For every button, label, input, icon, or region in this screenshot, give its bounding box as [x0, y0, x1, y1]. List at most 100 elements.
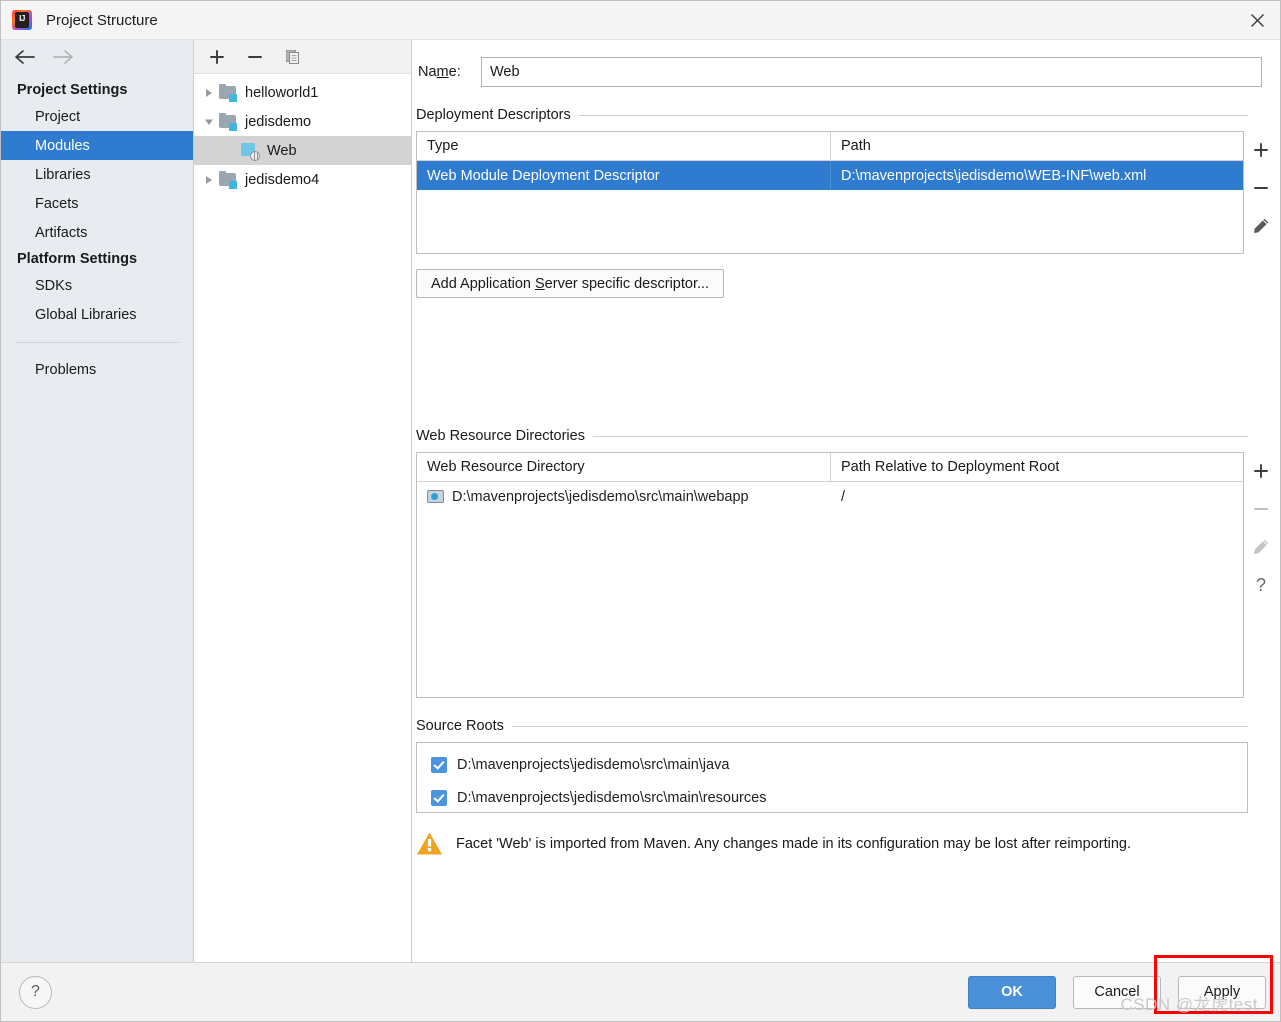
cell-web-resource-directory-label: D:\mavenprojects\jedisdemo\src\main\weba…: [452, 488, 749, 505]
sidebar-item-problems[interactable]: Problems: [1, 355, 193, 384]
column-header-type[interactable]: Type: [417, 132, 831, 160]
checkbox-checked-icon[interactable]: [431, 789, 447, 806]
sidebar-item-facets[interactable]: Facets: [1, 189, 193, 218]
close-icon[interactable]: [1234, 1, 1280, 39]
checkbox-checked-icon[interactable]: [431, 756, 447, 773]
web-facet-icon: [239, 142, 261, 161]
web-resource-directories-section-header: Web Resource Directories: [416, 428, 1280, 444]
source-roots-list: D:\mavenprojects\jedisdemo\src\main\java…: [416, 742, 1248, 813]
module-folder-icon: [218, 83, 240, 102]
apply-button-wrap: Apply: [1154, 954, 1273, 1014]
warning-text: Facet 'Web' is imported from Maven. Any …: [456, 835, 1131, 852]
arrow-right-icon[interactable]: [50, 45, 76, 69]
help-web-resource-button[interactable]: ?: [1248, 572, 1274, 598]
source-root-label: D:\mavenprojects\jedisdemo\src\main\reso…: [457, 789, 767, 806]
section-rule: [511, 725, 1248, 727]
tree-item-label: jedisdemo4: [245, 171, 320, 188]
sidebar-item-global-libraries[interactable]: Global Libraries: [1, 300, 193, 329]
source-roots-title: Source Roots: [416, 718, 504, 734]
column-header-path[interactable]: Path: [831, 132, 1243, 160]
dialog-body: Project Settings Project Modules Librari…: [1, 40, 1280, 962]
minus-icon[interactable]: [244, 46, 266, 68]
deployment-descriptors-section-header: Deployment Descriptors: [416, 107, 1280, 123]
help-button[interactable]: ?: [19, 975, 52, 1009]
table-body: Web Module Deployment Descriptor D:\mave…: [417, 161, 1243, 253]
sidebar-group-platform-settings: Platform Settings: [17, 251, 138, 267]
cell-web-resource-directory: D:\mavenprojects\jedisdemo\src\main\weba…: [417, 482, 831, 511]
remove-web-resource-button[interactable]: [1248, 496, 1274, 522]
tree-row[interactable]: jedisdemo: [194, 107, 411, 136]
tree-row[interactable]: helloworld1: [194, 78, 411, 107]
remove-descriptor-button[interactable]: [1248, 175, 1274, 201]
name-input[interactable]: [481, 57, 1262, 87]
sidebar-item-modules[interactable]: Modules: [1, 131, 193, 160]
add-descriptor-button[interactable]: [1248, 137, 1274, 163]
facet-settings-panel: Name: Deployment Descriptors Type Path W…: [412, 40, 1280, 962]
tree-item-label: helloworld1: [245, 84, 319, 101]
table-body: D:\mavenprojects\jedisdemo\src\main\weba…: [417, 482, 1243, 697]
section-rule: [578, 114, 1248, 116]
source-roots-section-header: Source Roots: [416, 718, 1280, 734]
web-resource-directories-table-wrap: Web Resource Directory Path Relative to …: [416, 452, 1278, 698]
name-label: Name:: [418, 64, 461, 80]
module-folder-icon: [218, 170, 240, 189]
table-header: Type Path: [417, 132, 1243, 161]
cell-path: D:\mavenprojects\jedisdemo\WEB-INF\web.x…: [841, 167, 1147, 184]
warning-triangle-icon: [416, 831, 443, 856]
sidebar-group-project-settings: Project Settings: [17, 82, 128, 98]
module-tree-items: helloworld1 jedisdemo Web jedisdemo4: [194, 74, 411, 194]
apply-button[interactable]: Apply: [1178, 975, 1266, 1009]
intellij-idea-icon: IJ: [12, 10, 32, 30]
project-structure-dialog: IJ Project Structure Project Settings Pr…: [0, 0, 1281, 1022]
chevron-down-icon[interactable]: [200, 113, 218, 131]
sidebar-list: Project Settings Project Modules Librari…: [1, 73, 193, 384]
deployment-descriptors-table: Type Path Web Module Deployment Descript…: [416, 131, 1244, 254]
dialog-footer: ? OK Cancel Apply CSDN @龙虎test: [1, 954, 1280, 1021]
chevron-right-icon[interactable]: [200, 171, 218, 189]
web-resource-directories-table: Web Resource Directory Path Relative to …: [416, 452, 1244, 698]
column-header-path-relative[interactable]: Path Relative to Deployment Root: [831, 453, 1243, 481]
sidebar-nav-row: [1, 40, 193, 73]
edit-descriptor-button[interactable]: [1248, 213, 1274, 239]
deployment-descriptors-title: Deployment Descriptors: [416, 107, 571, 123]
module-tree-toolbar: [194, 40, 411, 74]
name-row: Name:: [412, 40, 1280, 87]
list-item[interactable]: D:\mavenprojects\jedisdemo\src\main\reso…: [417, 781, 1247, 814]
sidebar-divider: [15, 342, 179, 343]
directory-icon: [427, 489, 445, 504]
add-application-server-descriptor-button[interactable]: Add Application Server specific descript…: [416, 269, 725, 298]
window-title: Project Structure: [46, 11, 158, 29]
tree-item-label: jedisdemo: [245, 113, 312, 130]
tree-item-label: Web: [267, 142, 297, 159]
ok-button[interactable]: OK: [968, 975, 1056, 1009]
web-resource-directories-title: Web Resource Directories: [416, 428, 585, 444]
table-header: Web Resource Directory Path Relative to …: [417, 453, 1243, 482]
settings-sidebar: Project Settings Project Modules Librari…: [1, 40, 194, 962]
table-row[interactable]: Web Module Deployment Descriptor D:\mave…: [417, 161, 1243, 190]
tree-row[interactable]: jedisdemo4: [194, 165, 411, 194]
table-row[interactable]: D:\mavenprojects\jedisdemo\src\main\weba…: [417, 482, 1243, 511]
title-bar: IJ Project Structure: [1, 1, 1280, 40]
sidebar-item-project[interactable]: Project: [1, 102, 193, 131]
edit-web-resource-button[interactable]: [1248, 534, 1274, 560]
sidebar-item-libraries[interactable]: Libraries: [1, 160, 193, 189]
section-rule: [592, 435, 1248, 437]
chevron-right-icon[interactable]: [200, 84, 218, 102]
tree-row-web-facet[interactable]: Web: [194, 136, 411, 165]
add-web-resource-button[interactable]: [1248, 458, 1274, 484]
sidebar-item-sdks[interactable]: SDKs: [1, 271, 193, 300]
copy-icon[interactable]: [282, 46, 304, 68]
column-header-web-resource-directory[interactable]: Web Resource Directory: [417, 453, 831, 481]
maven-facet-warning: Facet 'Web' is imported from Maven. Any …: [416, 831, 1280, 856]
cancel-button[interactable]: Cancel: [1073, 975, 1161, 1009]
cell-type: Web Module Deployment Descriptor: [417, 161, 831, 190]
web-resource-directories-tools: ?: [1244, 452, 1278, 698]
arrow-left-icon[interactable]: [12, 45, 38, 69]
plus-icon[interactable]: [206, 46, 228, 68]
sidebar-item-artifacts[interactable]: Artifacts: [1, 218, 193, 247]
deployment-descriptors-tools: [1244, 131, 1278, 254]
list-item[interactable]: D:\mavenprojects\jedisdemo\src\main\java: [417, 748, 1247, 781]
cell-relative-path: /: [841, 488, 846, 505]
module-folder-icon: [218, 112, 240, 131]
module-tree-panel: helloworld1 jedisdemo Web jedisdemo4: [194, 40, 412, 962]
